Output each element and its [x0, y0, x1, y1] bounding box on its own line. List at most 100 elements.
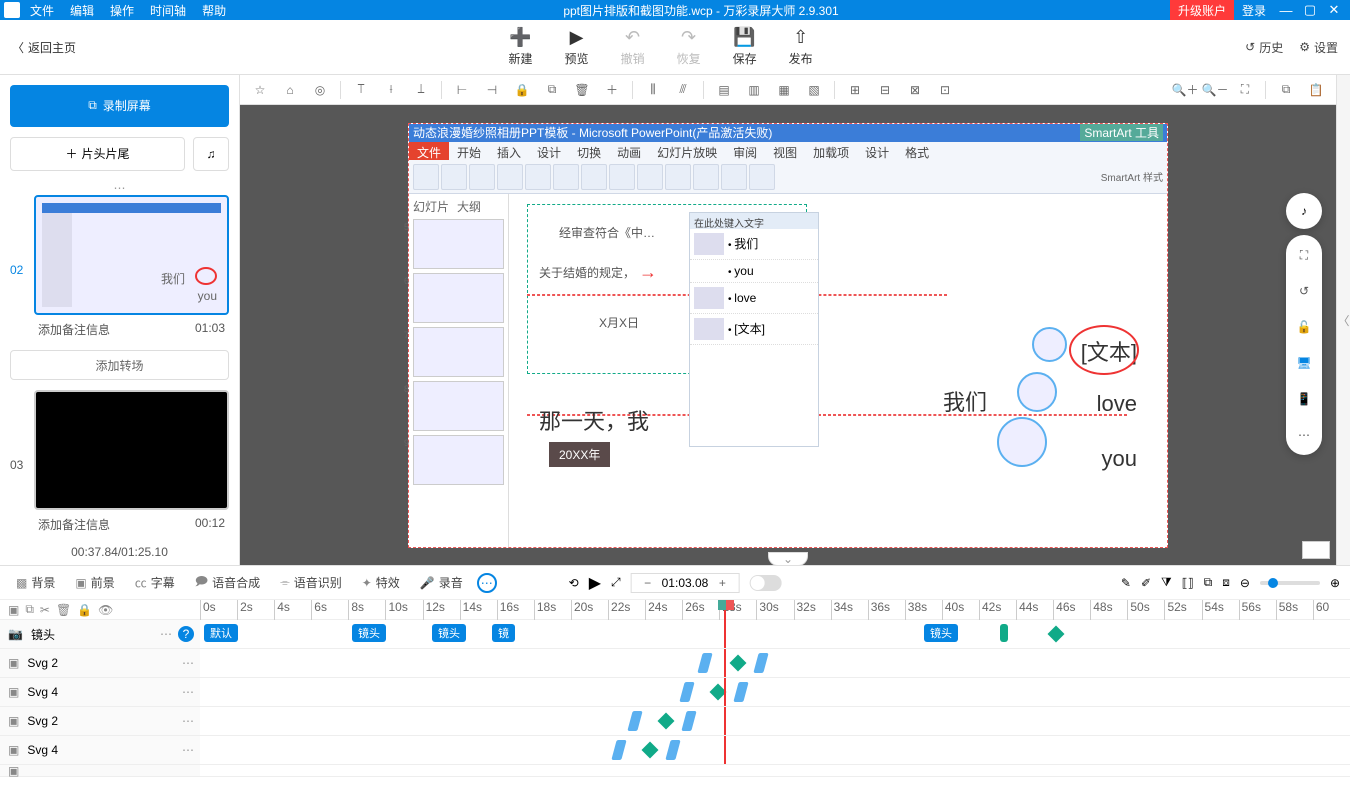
smartart-text-panel[interactable]: 在此处键入文字 • 我们 • you • love • [文本] — [689, 212, 819, 447]
more-icon[interactable]: ⋯ — [182, 743, 194, 757]
canvas[interactable]: 动态浪漫婚纱照相册PPT模板 - Microsoft PowerPoint(产品… — [240, 105, 1336, 565]
ppt-tab[interactable]: 幻灯片放映 — [649, 142, 725, 160]
camera-keyframe[interactable]: 默认 — [204, 624, 238, 642]
plus-icon[interactable]: ＋ — [598, 78, 626, 102]
select-icon[interactable]: ◎ — [306, 78, 334, 102]
bgm-button[interactable]: ♪ — [1286, 193, 1322, 229]
asr-tab[interactable]: ⌯语音识别 — [274, 570, 348, 595]
menu-help[interactable]: 帮助 — [196, 0, 232, 21]
distribute-v-icon[interactable]: ⫻ — [669, 78, 697, 102]
fg-tab[interactable]: ▣前景 — [69, 570, 120, 595]
ppt-tab[interactable]: 审阅 — [725, 142, 765, 160]
ppt-tab[interactable]: 插入 — [489, 142, 529, 160]
redo-button[interactable]: ↷恢复 — [677, 27, 701, 67]
ppt-tab[interactable]: 格式 — [897, 142, 937, 160]
lock-icon[interactable]: 🔒 — [77, 603, 92, 617]
lock-icon[interactable]: 🔒 — [508, 78, 536, 102]
eyedropper-icon[interactable]: ✐ — [1141, 576, 1151, 590]
grid-icon[interactable]: ⊠ — [901, 78, 929, 102]
preview-button[interactable]: ▶预览 — [565, 27, 589, 67]
layer-icon[interactable]: ▦ — [770, 78, 798, 102]
scene-note[interactable]: 添加备注信息 — [38, 516, 110, 533]
svg-track[interactable] — [200, 736, 1350, 764]
copy-icon[interactable]: ⧉ — [538, 78, 566, 102]
login-button[interactable]: 登录 — [1234, 0, 1274, 21]
upgrade-button[interactable]: 升级账户 — [1170, 0, 1234, 21]
fit-icon[interactable]: ⛶ — [1231, 78, 1259, 102]
folder-icon[interactable]: ▣ — [8, 603, 19, 617]
layer-icon[interactable]: ▧ — [800, 78, 828, 102]
timeline-ruler[interactable]: 0s2s4s6s8s10s12s14s16s18s20s22s24s26s28s… — [200, 600, 1350, 620]
zoom-slider[interactable] — [1260, 581, 1320, 585]
add-keyframe-icon[interactable] — [1048, 626, 1065, 643]
clip[interactable] — [611, 740, 626, 760]
scene-thumbnail-2[interactable]: 我们 you — [34, 195, 229, 315]
trash-icon[interactable]: 🗑 — [568, 78, 596, 102]
prev-frame-icon[interactable]: ⟲ — [569, 576, 579, 590]
head-tail-button[interactable]: ＋片头片尾 — [10, 137, 185, 171]
subtitle-tab[interactable]: ㏄字幕 — [129, 570, 181, 595]
music-button[interactable]: ♫ — [193, 137, 229, 171]
zoom-in-icon[interactable]: ⊕ — [1330, 576, 1340, 590]
plus-icon[interactable]: + — [714, 576, 730, 590]
maximize-icon[interactable]: ▢ — [1298, 2, 1322, 18]
copy-icon[interactable]: ⧉ — [1272, 78, 1300, 102]
scene-thumbnail-3[interactable] — [34, 390, 229, 510]
ppt-slide-thumb[interactable]: 8 — [413, 381, 504, 431]
crop-icon[interactable]: ⧉ — [1204, 575, 1213, 590]
save-button[interactable]: 💾保存 — [733, 27, 757, 67]
camera-keyframe[interactable]: 镜头 — [924, 624, 958, 642]
right-expand-handle[interactable]: 〈 — [1336, 75, 1350, 565]
more-icon[interactable]: ⋯ — [160, 627, 172, 641]
home-icon[interactable]: ⌂ — [276, 78, 304, 102]
distribute-h-icon[interactable]: ⫼ — [639, 78, 667, 102]
clip[interactable] — [681, 711, 696, 731]
keyframe-icon[interactable] — [730, 655, 747, 672]
ppt-slide-thumb[interactable]: 6 — [413, 273, 504, 323]
more-icon[interactable]: ⋯ — [182, 685, 194, 699]
clip[interactable] — [697, 653, 712, 673]
more-tabs-button[interactable]: ⋯ — [477, 573, 497, 593]
split-icon[interactable]: ⧈ — [1222, 575, 1230, 590]
minus-icon[interactable]: − — [640, 576, 656, 590]
menu-action[interactable]: 操作 — [104, 0, 140, 21]
snap-toggle[interactable] — [749, 575, 781, 591]
more-icon[interactable]: ⋯ — [1294, 425, 1314, 445]
history-button[interactable]: ↺历史 — [1245, 39, 1283, 56]
ppt-tab[interactable]: 设计 — [529, 142, 569, 160]
expand-handle[interactable]: ⌄ — [768, 552, 808, 565]
ppt-tab[interactable]: 设计 — [857, 142, 897, 160]
clip[interactable] — [753, 653, 768, 673]
align-top-icon[interactable]: ⟙ — [347, 78, 375, 102]
grid-icon[interactable]: ⊞ — [841, 78, 869, 102]
zoom-in-icon[interactable]: 🔍＋ — [1171, 78, 1199, 102]
fullscreen-icon[interactable]: ⤢ — [611, 575, 621, 590]
paste-icon[interactable]: 📋 — [1302, 78, 1330, 102]
minimap-icon[interactable] — [1302, 541, 1330, 559]
clip[interactable] — [679, 682, 694, 702]
svg-track[interactable] — [200, 707, 1350, 735]
ppt-tab[interactable]: 视图 — [765, 142, 805, 160]
clip[interactable] — [733, 682, 748, 702]
zoom-out-icon[interactable]: ⊖ — [1240, 576, 1250, 590]
ppt-slide-thumb[interactable]: 7 — [413, 327, 504, 377]
tts-tab[interactable]: 🗩语音合成 — [189, 568, 266, 597]
settings-button[interactable]: ⚙设置 — [1299, 39, 1338, 56]
rotate-icon[interactable]: ↺ — [1294, 281, 1314, 301]
ppt-tab[interactable]: 切换 — [569, 142, 609, 160]
camera-keyframe[interactable] — [1000, 624, 1008, 642]
help-icon[interactable]: ? — [178, 626, 194, 642]
new-button[interactable]: ➕新建 — [509, 27, 533, 67]
play-icon[interactable]: ▶ — [589, 573, 601, 593]
camera-keyframe[interactable]: 镜 — [492, 624, 515, 642]
camera-track[interactable]: 默认 镜头 镜头 镜 镜头 — [200, 620, 1350, 648]
record-tab[interactable]: 🎤录音 — [414, 570, 469, 595]
zoom-out-icon[interactable]: 🔍－ — [1201, 78, 1229, 102]
bg-tab[interactable]: ▩背景 — [10, 570, 61, 595]
grid-icon[interactable]: ⊡ — [931, 78, 959, 102]
edit-icon[interactable]: ✎ — [1121, 576, 1131, 590]
fx-tab[interactable]: ✦特效 — [356, 570, 406, 595]
align-bottom-icon[interactable]: ⟘ — [407, 78, 435, 102]
eye-icon[interactable]: 👁 — [98, 603, 113, 617]
layer-icon[interactable]: ▤ — [710, 78, 738, 102]
